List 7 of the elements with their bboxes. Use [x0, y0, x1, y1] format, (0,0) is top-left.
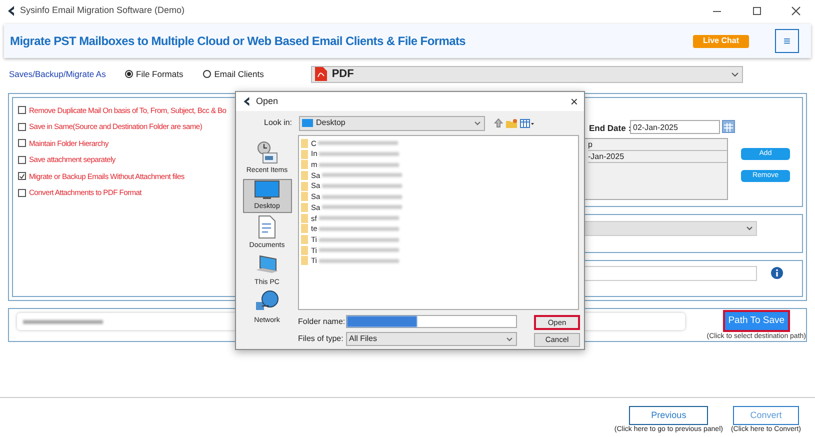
save-as-label: Saves/Backup/Migrate As: [9, 68, 107, 80]
files-of-type-label: Files of type:: [298, 333, 344, 345]
header-title: Migrate PST Mailboxes to Multiple Cloud or Web Based Email Clients & File Formats: [10, 33, 466, 50]
dialog-title: Open: [256, 94, 278, 108]
folder-name-label: Folder name:: [298, 316, 346, 328]
look-in-label: Look in:: [264, 117, 294, 129]
window-title: Sysinfo Email Migration Software (Demo): [20, 4, 185, 18]
